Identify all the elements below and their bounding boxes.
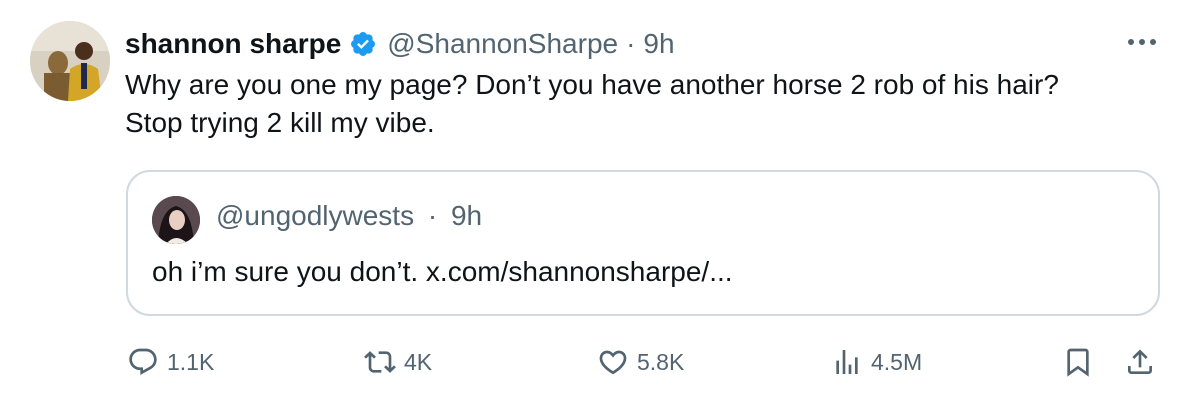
separator-dot: ·	[427, 200, 438, 231]
separator-dot: ·	[626, 28, 636, 59]
repost-count: 4K	[404, 348, 433, 375]
tweet-timestamp[interactable]: 9h	[643, 28, 674, 60]
view-count: 4.5M	[871, 348, 923, 375]
repost-icon	[364, 351, 396, 373]
author-handle[interactable]: @ShannonSharpe	[387, 28, 618, 60]
tweet-text-line: Why are you one my page? Don’t you have …	[125, 69, 1059, 100]
quoted-header: @ungodlywests · 9h	[216, 200, 482, 232]
tweet-header: shannon sharpe @ShannonSharpe · 9h	[125, 24, 675, 64]
author-name[interactable]: shannon sharpe	[125, 28, 341, 60]
repost-button[interactable]: 4K	[364, 336, 432, 388]
views-icon	[836, 350, 858, 374]
quoted-text: oh i’m sure you don’t. x.com/shannonshar…	[152, 256, 733, 287]
reply-icon	[129, 348, 157, 375]
quoted-tweet[interactable]: @ungodlywests · 9h oh i’m sure you don’t…	[126, 170, 1160, 316]
quoted-timestamp: 9h	[450, 200, 483, 231]
like-button[interactable]: 5.8K	[597, 336, 684, 388]
bookmark-icon	[1067, 348, 1089, 377]
tweet: shannon sharpe @ShannonSharpe · 9h Why a…	[0, 0, 1186, 402]
bookmark-button[interactable]	[1062, 336, 1094, 388]
tweet-text-line: Stop trying 2 kill my vibe.	[125, 107, 435, 138]
reply-count: 1.1K	[167, 348, 215, 375]
verified-badge-icon	[349, 30, 377, 58]
tweet-text: Why are you one my page? Don’t you have …	[125, 66, 1165, 142]
more-icon[interactable]	[1124, 30, 1160, 54]
like-count: 5.8K	[637, 348, 685, 375]
share-button[interactable]	[1124, 336, 1156, 388]
views-button[interactable]: 4.5M	[831, 336, 922, 388]
like-icon	[599, 350, 627, 375]
quoted-author-avatar	[152, 196, 200, 244]
author-avatar[interactable]	[30, 21, 110, 101]
share-icon	[1128, 349, 1152, 374]
action-bar: 1.1K 4K 5.8K 4.5M	[0, 336, 1186, 388]
reply-button[interactable]: 1.1K	[127, 336, 214, 388]
quoted-handle: @ungodlywests	[216, 200, 415, 231]
